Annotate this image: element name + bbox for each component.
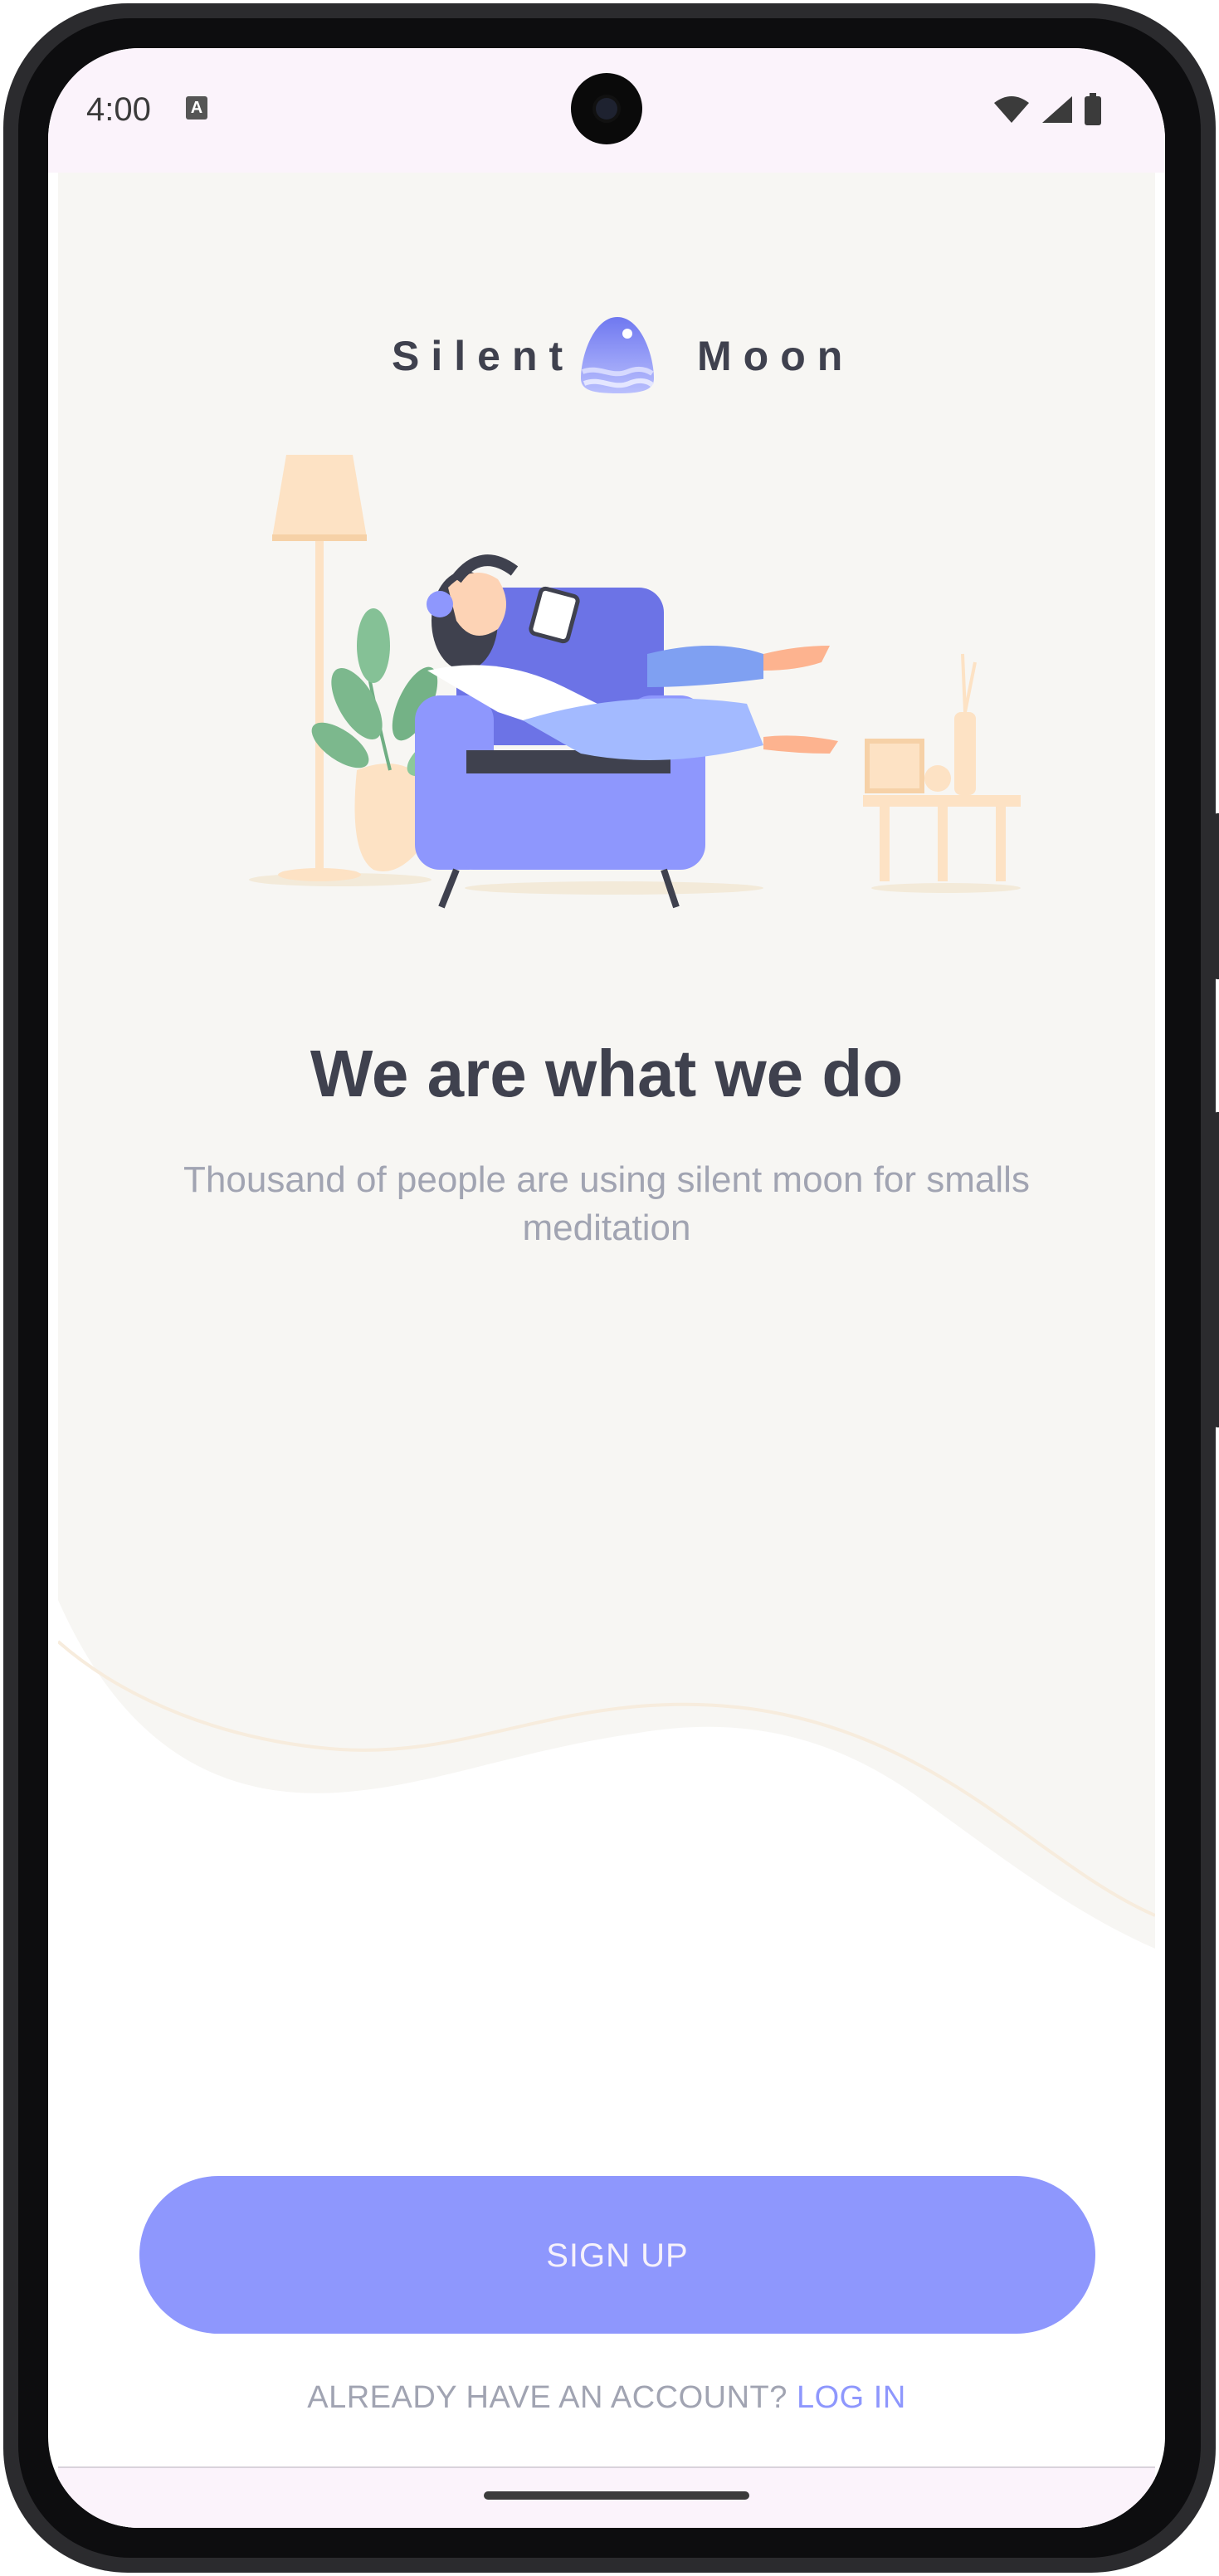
relaxing-woman-illustration xyxy=(249,455,1021,909)
navigation-bar xyxy=(58,2466,1155,2528)
text-a-icon: A xyxy=(186,96,207,120)
page-subtitle: Thousand of people are using silent moon… xyxy=(183,1159,1030,1248)
sign-up-button[interactable]: SIGN UP xyxy=(139,2176,1095,2334)
side-table-icon xyxy=(863,653,1021,881)
floor-lamp-icon xyxy=(272,455,367,881)
battery-icon xyxy=(1085,93,1101,125)
page-title: We are what we do xyxy=(310,1037,904,1110)
cell-signal-icon xyxy=(1042,96,1072,123)
status-time: 4:00 xyxy=(86,91,151,128)
floor-shadow xyxy=(871,883,1021,893)
power-button xyxy=(1214,813,1219,979)
welcome-screen: Silent Moon We are what we do Thousand o… xyxy=(58,173,1155,2528)
status-bar: 4:00 A xyxy=(48,48,1165,173)
status-icons xyxy=(992,93,1102,126)
moon-logo-icon xyxy=(581,317,655,393)
phone-frame: 4:00 A Silent Moon We are what we do Tho… xyxy=(0,0,1219,2576)
volume-button xyxy=(1214,1112,1219,1427)
floor-shadow xyxy=(465,881,763,895)
screen: 4:00 A Silent Moon We are what we do Tho… xyxy=(48,48,1165,2528)
wifi-icon xyxy=(994,96,1029,123)
log-in-link[interactable]: LOG IN xyxy=(797,2380,906,2415)
login-prompt-row: ALREADY HAVE AN ACCOUNT? LOG IN xyxy=(58,2380,1155,2416)
brand-name-right: Moon xyxy=(697,333,855,379)
home-gesture-bar[interactable] xyxy=(484,2491,749,2500)
login-prompt-text: ALREADY HAVE AN ACCOUNT? xyxy=(307,2380,797,2415)
brand-logo: Silent Moon xyxy=(58,314,1155,405)
front-camera xyxy=(571,73,642,144)
brand-name-left: Silent xyxy=(392,333,575,379)
